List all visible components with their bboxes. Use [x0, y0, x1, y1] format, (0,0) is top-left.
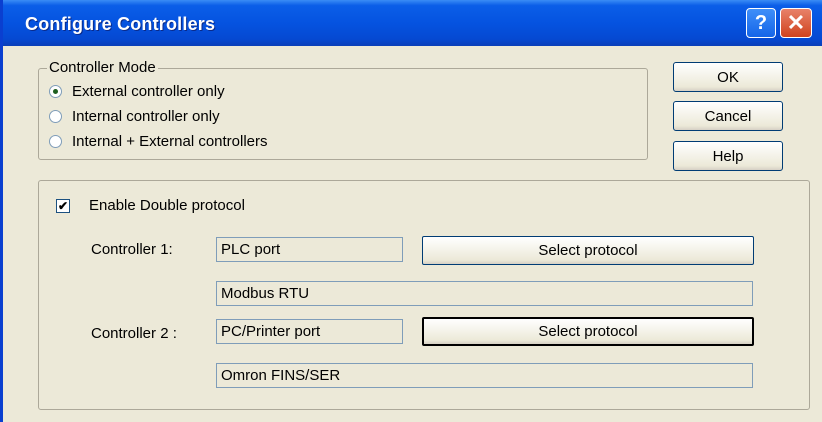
- controller1-select-protocol-button[interactable]: Select protocol: [422, 236, 754, 265]
- radio-external-only[interactable]: External controller only: [49, 81, 225, 101]
- controller-mode-label: Controller Mode: [47, 59, 158, 76]
- help-button[interactable]: Help: [673, 141, 783, 171]
- controller2-protocol-field: Omron FINS/SER: [216, 363, 753, 388]
- controller2-select-protocol-button[interactable]: Select protocol: [422, 317, 754, 346]
- checkmark-icon: ✔: [57, 199, 69, 213]
- dialog-content: Controller Mode External controller only…: [3, 46, 822, 422]
- configure-controllers-dialog: Configure Controllers ? ✕ Controller Mod…: [0, 0, 822, 422]
- controller1-label: Controller 1:: [91, 241, 173, 258]
- close-glyph: ✕: [786, 10, 806, 35]
- help-glyph: ?: [754, 11, 768, 34]
- controller-mode-group: Controller Mode External controller only…: [38, 59, 648, 160]
- close-icon[interactable]: ✕: [780, 8, 812, 38]
- radio-label-external-only: External controller only: [72, 82, 225, 100]
- window-title: Configure Controllers: [25, 14, 216, 34]
- radio-selected-icon[interactable]: [49, 84, 62, 98]
- ok-button[interactable]: OK: [673, 62, 783, 92]
- radio-unselected-icon[interactable]: [49, 134, 62, 148]
- radio-unselected-icon[interactable]: [49, 109, 62, 123]
- radio-internal-external[interactable]: Internal + External controllers: [49, 131, 268, 151]
- radio-internal-only[interactable]: Internal controller only: [49, 106, 220, 126]
- enable-double-protocol-label: Enable Double protocol: [89, 197, 245, 214]
- title-bar[interactable]: Configure Controllers ? ✕: [3, 0, 822, 46]
- radio-label-internal-only: Internal controller only: [72, 107, 220, 125]
- controller1-port-field: PLC port: [216, 237, 403, 262]
- cancel-button[interactable]: Cancel: [673, 101, 783, 131]
- enable-double-protocol-checkbox[interactable]: ✔: [56, 199, 70, 213]
- radio-label-internal-external: Internal + External controllers: [72, 132, 268, 150]
- help-icon[interactable]: ?: [746, 8, 776, 38]
- controller2-port-field: PC/Printer port: [216, 319, 403, 344]
- controller2-label: Controller 2 :: [91, 325, 177, 342]
- controller1-protocol-field: Modbus RTU: [216, 281, 753, 306]
